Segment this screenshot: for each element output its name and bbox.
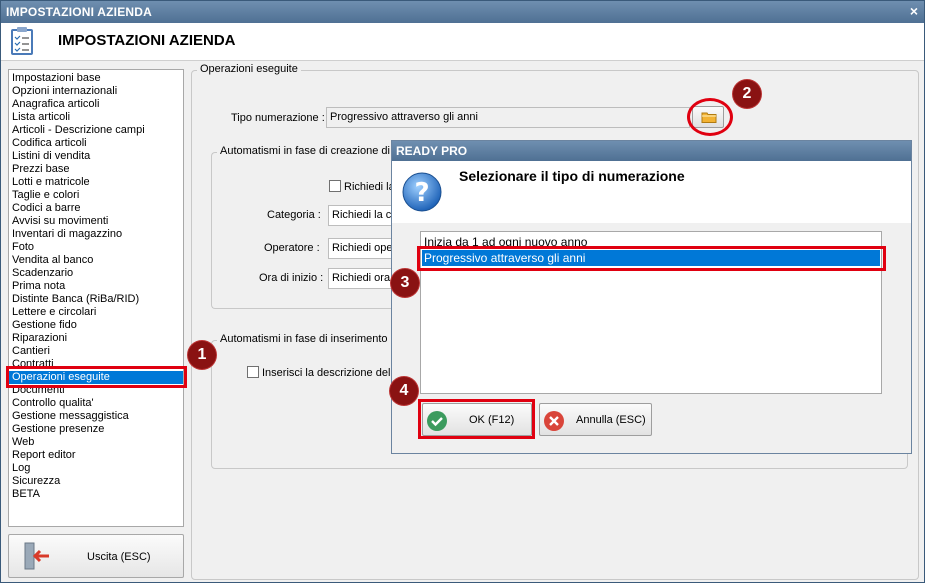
sidebar-item[interactable]: Lettere e circolari [9,306,183,319]
sidebar-item[interactable]: Sicurezza [9,475,183,488]
step-marker-1: 1 [188,341,216,369]
page-title: IMPOSTAZIONI AZIENDA [58,32,236,49]
sidebar-item[interactable]: Opzioni internazionali [9,85,183,98]
ora-inizio-label: Ora di inizio : [259,272,324,284]
automatismi-inserimento-legend: Automatismi in fase di inserimento d [217,333,400,345]
sidebar-item[interactable]: Codifica articoli [9,137,183,150]
tipo-numerazione-field: Progressivo attraverso gli anni [326,107,690,128]
highlight-ok-button [418,399,535,439]
sidebar-item[interactable]: Log [9,462,183,475]
sidebar-item[interactable]: Impostazioni base [9,72,183,85]
sidebar-item[interactable]: Taglie e colori [9,189,183,202]
sidebar-item[interactable]: Web [9,436,183,449]
sidebar-item[interactable]: Cantieri [9,345,183,358]
group-title: Operazioni eseguite [197,63,301,75]
sidebar-item[interactable]: Codici a barre [9,202,183,215]
settings-section-list: Impostazioni base Opzioni internazionali… [8,69,184,527]
cancel-icon [544,411,564,431]
sidebar-item[interactable]: Report editor [9,449,183,462]
automatismi-creazione-legend: Automatismi in fase di creazione di u [217,145,403,157]
sidebar-item[interactable]: Lista articoli [9,111,183,124]
exit-button-label: Uscita (ESC) [87,551,151,563]
sidebar-item[interactable]: Listini di vendita [9,150,183,163]
checklist-icon [11,27,33,55]
sidebar-item[interactable]: Foto [9,241,183,254]
ora-inizio-select[interactable]: Richiedi ora [328,268,392,289]
highlight-sidebar-selection [6,366,187,388]
dialog-header: ? Selezionare il tipo di numerazione [392,161,911,223]
exit-door-icon [24,542,49,570]
inserisci-descrizione-checkbox[interactable] [247,366,259,378]
dialog-message: Selezionare il tipo di numerazione [459,168,685,184]
sidebar-item[interactable]: Prezzi base [9,163,183,176]
sidebar-item[interactable]: Anagrafica articoli [9,98,183,111]
sidebar-item[interactable]: Gestione presenze [9,423,183,436]
settings-window: IMPOSTAZIONI AZIENDA × IMPOSTAZIONI AZIE… [0,0,925,583]
page-header: IMPOSTAZIONI AZIENDA [1,23,924,61]
sidebar-item[interactable]: Gestione messaggistica [9,410,183,423]
sidebar-item[interactable]: Prima nota [9,280,183,293]
operatore-label: Operatore : [264,242,320,254]
exit-button[interactable]: Uscita (ESC) [8,534,184,578]
step-marker-3: 3 [391,269,419,297]
sidebar-item[interactable]: Inventari di magazzino [9,228,183,241]
richiedi-checkbox[interactable] [329,180,341,192]
dialog-title-bar: READY PRO [392,141,911,161]
title-bar: IMPOSTAZIONI AZIENDA × [1,1,924,23]
step-marker-2: 2 [733,80,761,108]
cancel-button[interactable]: Annulla (ESC) [539,403,652,436]
sidebar-item[interactable]: Gestione fido [9,319,183,332]
close-icon[interactable]: × [910,3,918,19]
question-icon: ? [402,172,442,212]
inserisci-descrizione-label: Inserisci la descrizione dell' [262,367,395,379]
richiedi-checkbox-label: Richiedi la [344,181,395,193]
tipo-numerazione-label: Tipo numerazione : [231,112,325,124]
step-marker-4: 4 [390,377,418,405]
sidebar-item[interactable]: Vendita al banco [9,254,183,267]
sidebar-item[interactable]: Articoli - Descrizione campi [9,124,183,137]
categoria-select[interactable]: Richiedi la ca [328,205,392,226]
sidebar-item[interactable]: Riparazioni [9,332,183,345]
highlight-selected-option [417,246,886,271]
sidebar-item[interactable]: Lotti e matricole [9,176,183,189]
svg-text:?: ? [414,178,429,208]
dialog-title: READY PRO [396,144,468,158]
sidebar-item[interactable]: Controllo qualita' [9,397,183,410]
sidebar-item[interactable]: Scadenzario [9,267,183,280]
window-title: IMPOSTAZIONI AZIENDA [6,5,152,19]
categoria-label: Categoria : [267,209,321,221]
cancel-button-label: Annulla (ESC) [576,414,646,426]
sidebar-item[interactable]: Distinte Banca (RiBa/RID) [9,293,183,306]
sidebar-item[interactable]: Avvisi su movimenti [9,215,183,228]
highlight-browse-button [687,98,733,136]
sidebar-item[interactable]: BETA [9,488,183,501]
operatore-select[interactable]: Richiedi oper [328,238,392,259]
